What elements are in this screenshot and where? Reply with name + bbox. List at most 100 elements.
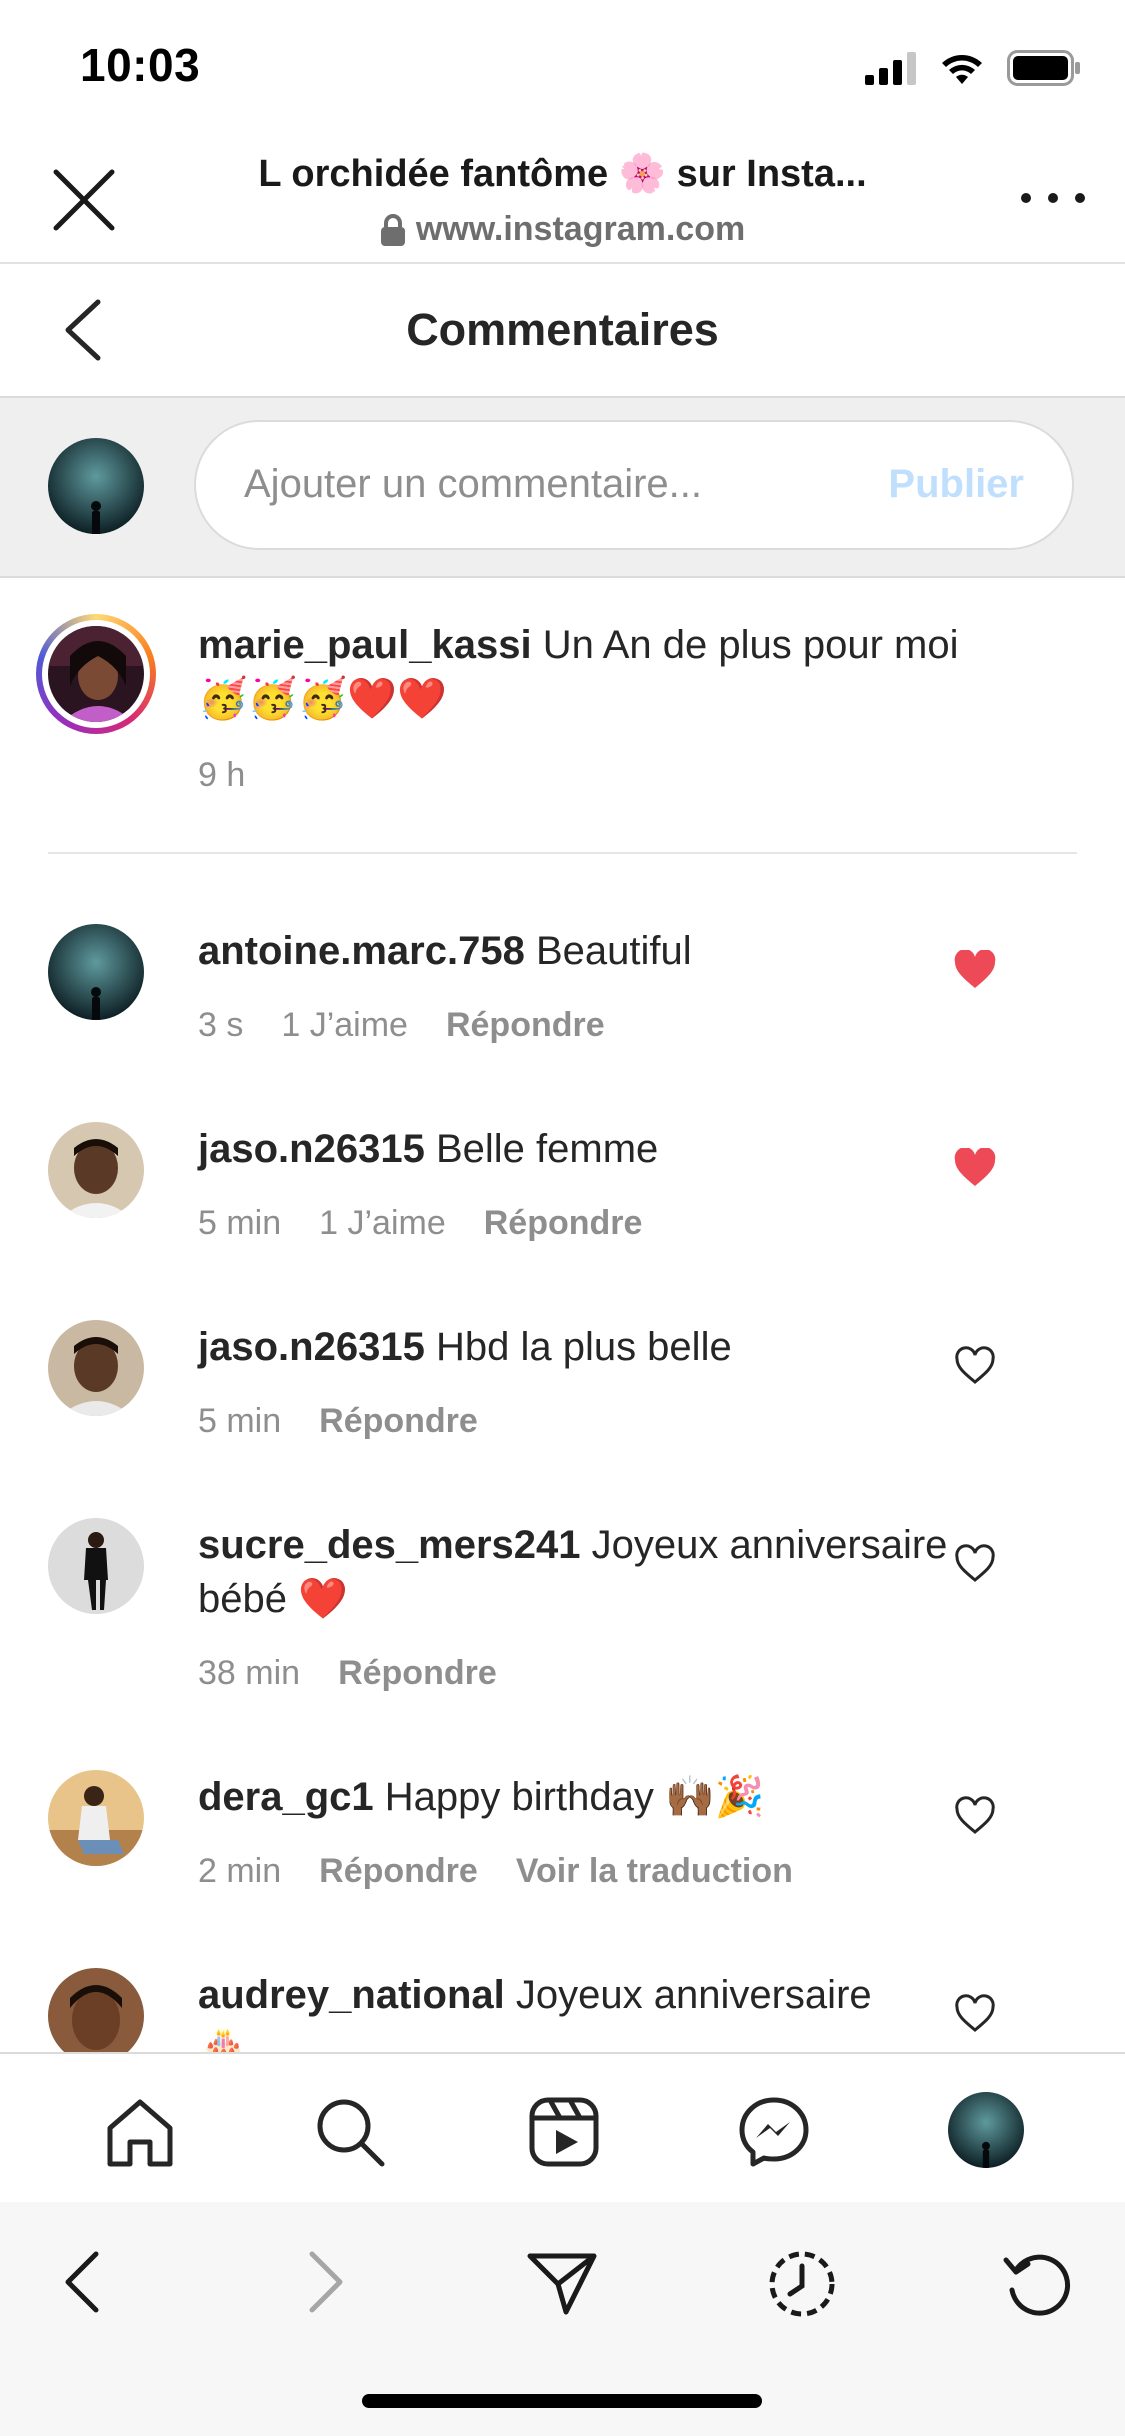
heart-outline-icon[interactable] [953, 1544, 997, 1584]
post-button[interactable]: Publier [888, 462, 1024, 507]
signal-icon [865, 52, 916, 85]
lock-icon [380, 213, 405, 246]
comment-input[interactable]: Ajouter un commentaire... Publier [194, 420, 1074, 550]
messenger-icon[interactable] [736, 2094, 812, 2170]
share-icon[interactable] [522, 2242, 602, 2322]
reload-icon[interactable] [998, 2242, 1078, 2322]
comment-body: Hbd la plus belle [435, 1325, 732, 1369]
comment-username[interactable]: sucre_des_mers241 [198, 1523, 581, 1567]
translate-button[interactable]: Voir la traduction [516, 1852, 793, 1891]
heart-outline-icon[interactable] [953, 1994, 997, 2034]
comment-text: jaso.n26315 Belle femme [198, 1122, 1038, 1176]
avatar-image [48, 1518, 144, 1614]
back-arrow-icon[interactable] [44, 2242, 124, 2322]
comment-time: 2 min [198, 1852, 282, 1890]
status-time: 10:03 [80, 39, 201, 91]
heart-outline-icon[interactable] [953, 1796, 997, 1836]
comment-time: 5 min [198, 1204, 282, 1242]
comment-time: 3 s [198, 1006, 244, 1044]
caption-time: 9 h [198, 756, 246, 794]
avatar[interactable] [48, 1770, 144, 1866]
comments-header: Commentaires [0, 264, 1125, 398]
story-ring[interactable] [36, 614, 156, 734]
reply-button[interactable]: Répondre [484, 1204, 643, 1243]
browser-url-text: www.instagram.com [415, 210, 746, 248]
comment-username[interactable]: jaso.n26315 [198, 1127, 425, 1171]
comment-text: jaso.n26315 Hbd la plus belle [198, 1320, 1038, 1374]
avatar-image [48, 1770, 144, 1866]
comment-text: dera_gc1 Happy birthday 🙌🏾🎉 [198, 1770, 1038, 1824]
more-dot-icon [1075, 193, 1085, 203]
comment-composer: Ajouter un commentaire... Publier [0, 398, 1125, 578]
avatar[interactable] [48, 1122, 144, 1218]
heart-outline-icon[interactable] [953, 1346, 997, 1386]
wifi-icon [942, 55, 982, 84]
comment-meta: 2 min Répondre Voir la traduction [198, 1852, 793, 1891]
comment-username[interactable]: jaso.n26315 [198, 1325, 425, 1369]
reply-button[interactable]: Répondre [319, 1852, 478, 1891]
comment-time: 5 min [198, 1402, 282, 1440]
caption-meta: 9 h [198, 756, 245, 795]
page-title: Commentaires [406, 304, 719, 355]
avatar[interactable] [48, 1968, 144, 2052]
comment-body: Beautiful [535, 929, 692, 973]
avatar-image [48, 1122, 144, 1218]
reels-icon[interactable] [526, 2094, 602, 2170]
more-dot-icon [1021, 193, 1031, 203]
avatar-image [48, 924, 144, 1020]
avatar-image [48, 1968, 144, 2052]
caption-username[interactable]: marie_paul_kassi [198, 623, 532, 667]
reply-button[interactable]: Répondre [446, 1006, 605, 1045]
heart-filled-icon[interactable] [953, 1148, 997, 1188]
comment-meta: 5 min Répondre [198, 1402, 478, 1441]
reply-button[interactable]: Répondre [319, 1402, 478, 1441]
comment-text: audrey_national Joyeux anniversaire 🎂 [198, 1968, 1038, 2052]
avatar[interactable] [48, 1320, 144, 1416]
avatar-image [948, 2092, 1024, 2168]
comment-text: sucre_des_mers241 Joyeux anniversaire bé… [198, 1518, 1038, 1626]
home-icon[interactable] [102, 2094, 178, 2170]
comment-likes[interactable]: 1 J’aime [281, 1006, 408, 1045]
browser-header: L orchidée fantôme 🌸 sur Insta... www.in… [0, 132, 1125, 264]
divider [48, 852, 1077, 854]
avatar [48, 438, 144, 534]
avatar[interactable] [48, 924, 144, 1020]
forward-arrow-icon[interactable] [284, 2242, 364, 2322]
avatar [48, 626, 144, 722]
comment-body: Joyeux anniversaire [515, 1973, 872, 2017]
comment-meta: 38 min Répondre [198, 1654, 497, 1693]
avatar-image [48, 438, 144, 534]
browser-title: L orchidée fantôme 🌸 sur Insta... [258, 153, 867, 195]
profile-avatar[interactable] [948, 2092, 1024, 2168]
status-icons [865, 48, 1081, 88]
post-caption: marie_paul_kassi Un An de plus pour moi … [0, 578, 1125, 854]
home-indicator[interactable] [362, 2394, 762, 2408]
page: 10:03 L orchidée fantôme 🌸 sur Insta... … [0, 0, 1125, 2436]
instagram-bottom-nav [0, 2052, 1125, 2202]
comment-username[interactable]: dera_gc1 [198, 1775, 374, 1819]
comment-body: Happy birthday 🙌🏾🎉 [384, 1775, 765, 1819]
caption-body: Un An de plus pour moi [542, 623, 959, 667]
battery-icon [1007, 50, 1080, 86]
comment-likes[interactable]: 1 J’aime [319, 1204, 446, 1243]
avatar-image [48, 1320, 144, 1416]
comment-text: antoine.marc.758 Beautiful [198, 924, 1038, 978]
reply-button[interactable]: Répondre [338, 1654, 497, 1693]
comment-input-placeholder: Ajouter un commentaire... [244, 462, 702, 506]
close-button[interactable] [48, 164, 120, 236]
comment-meta: 3 s 1 J’aime Répondre [198, 1006, 605, 1045]
comment-row: audrey_national Joyeux anniversaire 🎂 [0, 1938, 1125, 2052]
more-options-button[interactable] [1021, 174, 1085, 222]
history-icon[interactable] [762, 2242, 842, 2322]
browser-url[interactable]: www.instagram.com [160, 210, 965, 249]
heart-filled-icon[interactable] [953, 950, 997, 990]
comment-username[interactable]: antoine.marc.758 [198, 929, 525, 973]
comment-body: Belle femme [435, 1127, 659, 1171]
avatar[interactable] [48, 1518, 144, 1614]
avatar-image [48, 626, 144, 722]
comment-username[interactable]: audrey_national [198, 1973, 505, 2017]
close-icon [53, 169, 115, 231]
comment-body-emoji: 🎂 [198, 2027, 248, 2052]
search-icon[interactable] [312, 2094, 388, 2170]
status-bar: 10:03 [0, 0, 1125, 132]
